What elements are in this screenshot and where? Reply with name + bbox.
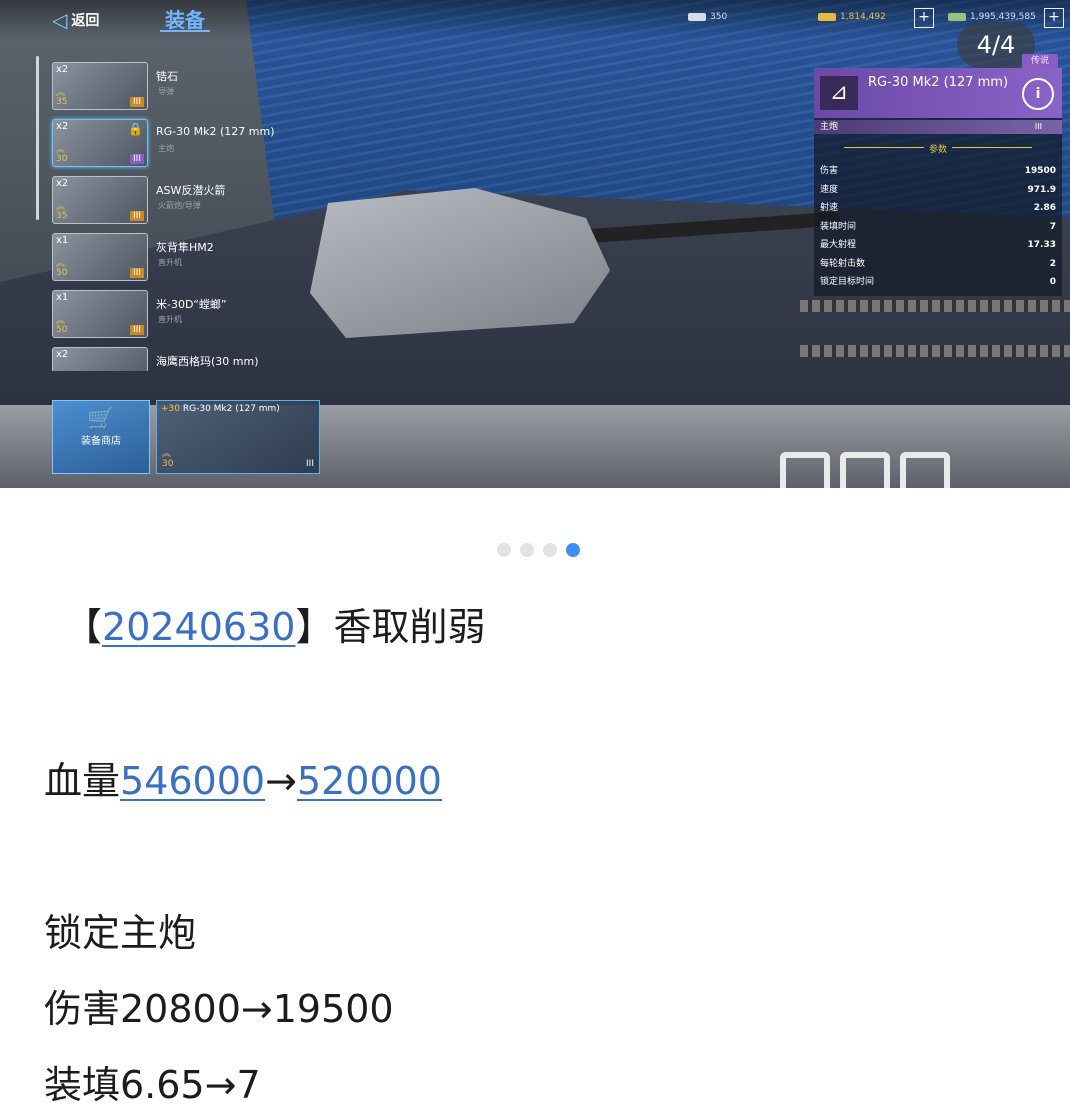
silver-bar-icon — [688, 13, 706, 21]
bonus-value: +30 — [161, 404, 180, 414]
gold-value: 1,814,492 — [840, 12, 886, 22]
equipment-type: 直升机 — [158, 258, 182, 267]
equipment-type: 主炮 — [158, 144, 174, 153]
equipment-item[interactable]: x2 海鹰西格玛(30 mm) — [40, 343, 310, 371]
add-cash-button[interactable]: + — [1044, 8, 1064, 28]
params-header: 参数 — [814, 142, 1062, 155]
equipment-name: 海鹰西格玛(30 mm) — [156, 355, 259, 368]
level-chevron-icon: ︽ 50 — [56, 316, 68, 335]
shopping-cart-icon: 🛒 — [87, 407, 115, 432]
tab-underline — [160, 30, 210, 32]
back-button[interactable]: ◁ 返回 — [52, 8, 99, 32]
info-icon[interactable]: i — [1022, 78, 1054, 110]
rarity-badge: 传说 — [1022, 54, 1058, 68]
carousel-indicator[interactable] — [497, 543, 580, 557]
date-link[interactable]: 20240630 — [102, 605, 295, 649]
equipment-name: ASW反潜火箭 — [156, 184, 226, 197]
equipment-item[interactable]: x2 ︽ 35 III 锆石 导弹 — [40, 58, 310, 110]
level-chevron-icon: ︽ 50 — [56, 259, 68, 278]
detail-equipment-name: RG-30 Mk2 (127 mm) — [868, 75, 1009, 90]
silver-value: 350 — [710, 12, 728, 22]
equipment-shop-button[interactable]: 🛒 装备商店 — [52, 400, 150, 474]
hp-old-link[interactable]: 546000 — [120, 759, 265, 803]
hull-number — [780, 452, 950, 488]
stats-list: 伤害 19500 速度 971.9 射速 2.86 装填时间 7 最大射程 17.33 每… — [820, 162, 1056, 292]
equipment-type: 直升机 — [158, 315, 182, 324]
lock-icon: 🔒 — [128, 122, 143, 136]
back-arrow-icon: ◁ — [52, 8, 68, 32]
anchor-chain — [800, 345, 1070, 357]
stat-row: 锁定目标时间 0 — [820, 277, 1056, 287]
equipment-name: 灰背隼HM2 — [156, 241, 214, 254]
equipment-item[interactable]: x1 ︽ 50 III 米-30D“螳螂” 直升机 — [40, 286, 310, 338]
tier-badge: III — [306, 459, 314, 469]
equipment-type: 导弹 — [158, 87, 174, 96]
current-equipment-slot[interactable]: +30 RG-30 Mk2 (127 mm) ︽ 30 III — [156, 400, 320, 474]
add-gold-button[interactable]: + — [914, 8, 934, 28]
level-chevron-icon: ︽ 30 — [56, 145, 68, 164]
article-title: 【20240630】香取削弱 — [64, 605, 486, 649]
back-label: 返回 — [71, 13, 100, 29]
tab-equipment[interactable]: 装备 — [165, 4, 205, 33]
cash-resource: 1,995,439,585 — [948, 12, 1036, 22]
equipment-name: 米-30D“螳螂” — [156, 298, 227, 311]
naval-gun-icon: ⊿ — [820, 76, 858, 110]
hp-new-link[interactable]: 520000 — [297, 759, 442, 803]
detail-equipment-type: 主炮 III — [814, 120, 1062, 134]
stat-row: 伤害 19500 — [820, 166, 1056, 176]
equipment-list: x2 ︽ 35 III 锆石 导弹 x2 🔒 ︽ 30 III RG-30 Mk2 … — [40, 58, 310, 376]
stat-row: 最大射程 17.33 — [820, 240, 1056, 250]
damage-change-line: 伤害20800→19500 — [44, 987, 394, 1031]
level-chevron-icon: ︽ 35 — [56, 202, 68, 221]
shop-label: 装备商店 — [81, 436, 121, 447]
equipment-item-selected[interactable]: x2 🔒 ︽ 30 III RG-30 Mk2 (127 mm) 主炮 — [40, 115, 310, 167]
equipment-name: RG-30 Mk2 (127 mm) — [156, 125, 275, 138]
reload-change-line: 装填6.65→7 — [44, 1063, 261, 1107]
equipment-type: 火箭炮/导弹 — [158, 201, 201, 210]
anchor-chain — [800, 300, 1070, 312]
silver-resource: 350 — [688, 12, 727, 22]
carousel-dot[interactable] — [520, 543, 534, 557]
equipment-item[interactable]: x1 ︽ 50 III 灰背隼HM2 直升机 — [40, 229, 310, 281]
cash-icon — [948, 13, 966, 21]
equipment-name: 锆石 — [156, 70, 178, 83]
game-screenshot: ◁ 返回 装备 350 1,814,492 + 1,995,439,585 + … — [0, 0, 1070, 488]
stat-row: 每轮射击数 2 — [820, 258, 1056, 269]
equipment-item[interactable]: x2 ︽ 35 III ASW反潜火箭 火箭炮/导弹 — [40, 172, 310, 224]
gold-bar-icon — [818, 13, 836, 21]
lock-gun-heading: 锁定主炮 — [44, 911, 197, 955]
tier-badge: III — [1034, 122, 1042, 131]
carousel-dot[interactable] — [497, 543, 511, 557]
list-scrollbar[interactable] — [36, 56, 39, 220]
gold-resource: 1,814,492 — [818, 12, 886, 22]
stat-row: 装填时间 7 — [820, 221, 1056, 232]
equipment-detail-panel: ⊿ RG-30 Mk2 (127 mm) i 主炮 III 参数 伤害 19500… — [814, 68, 1062, 296]
top-bar — [0, 0, 1070, 40]
current-equipment-name: RG-30 Mk2 (127 mm) — [182, 404, 280, 414]
stat-row: 速度 971.9 — [820, 184, 1056, 195]
level-chevron-icon: ︽ 30 — [162, 449, 174, 469]
carousel-dot-active[interactable] — [566, 543, 580, 557]
stat-row: 射速 2.86 — [820, 203, 1056, 213]
carousel-dot[interactable] — [543, 543, 557, 557]
hp-change-line: 血量546000→520000 — [44, 759, 442, 803]
cash-value: 1,995,439,585 — [970, 12, 1036, 22]
level-chevron-icon: ︽ 35 — [56, 88, 68, 107]
